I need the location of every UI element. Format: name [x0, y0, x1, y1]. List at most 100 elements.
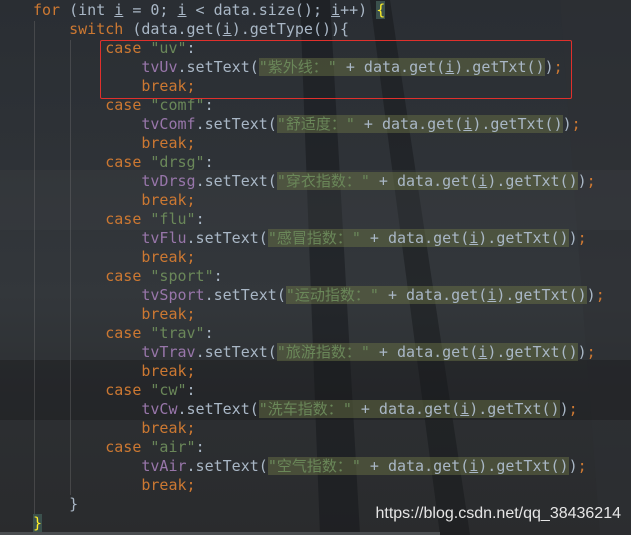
code-token: i [463, 115, 473, 133]
code-token: break; [141, 134, 196, 152]
code-token: ++) [340, 1, 377, 19]
code-token: : [213, 267, 223, 285]
code-token: for [33, 1, 61, 19]
code-line: break; [33, 362, 605, 381]
code-line: break; [33, 419, 605, 438]
code-token: ).getType()){ [231, 20, 350, 38]
code-line: tvCw.setText("洗车指数：" + data.get(i).getTx… [33, 400, 605, 419]
code-token: case [105, 210, 151, 228]
code-line: break; [33, 134, 605, 153]
code-token: ; [586, 343, 596, 361]
code-token: ) [559, 400, 569, 418]
code-token: : [195, 438, 205, 456]
code-line: tvFlu.setText("感冒指数：" + data.get(i).getT… [33, 229, 605, 248]
code-token: "cw" [150, 381, 187, 399]
code-token: + data.get( [369, 343, 479, 361]
highlight-box [100, 40, 572, 99]
code-token: "空气指数：" [267, 457, 361, 475]
code-token: break; [141, 362, 196, 380]
code-token: ; [571, 115, 581, 133]
code-token: .setText( [186, 457, 268, 475]
code-token: "drsg" [150, 153, 205, 171]
code-token: ).getTxt() [472, 115, 563, 133]
code-token: + data.get( [360, 457, 470, 475]
code-token: switch [69, 20, 124, 38]
code-token: i [114, 1, 124, 19]
code-line: switch (data.get(i).getType()){ [33, 20, 605, 39]
code-line: tvDrsg.setText("穿衣指数：" + data.get(i).get… [33, 172, 605, 191]
code-token: i [478, 343, 488, 361]
code-token: "flu" [150, 210, 196, 228]
code-token: tvFlu [141, 229, 187, 247]
code-token: ; [568, 400, 578, 418]
code-token: ).getTxt() [487, 172, 578, 190]
code-token: i [222, 20, 232, 38]
code-token: ).getTxt() [496, 286, 587, 304]
code-token: ) [577, 343, 587, 361]
code-token: ; [577, 457, 587, 475]
code-token: case [105, 324, 151, 342]
code-token: case [105, 438, 151, 456]
code-token: "洗车指数：" [258, 400, 352, 418]
code-token: i [469, 229, 479, 247]
code-token: "旅游指数：" [276, 343, 370, 361]
code-line: case "drsg": [33, 153, 605, 172]
code-token: (data.get( [123, 20, 223, 38]
code-token: "air" [150, 438, 196, 456]
code-line: break; [33, 248, 605, 267]
code-line: case "sport": [33, 267, 605, 286]
code-token: (int [60, 1, 115, 19]
code-token: : [186, 381, 196, 399]
code-token: { [376, 1, 386, 19]
code-token: + data.get( [360, 229, 470, 247]
code-token: + data.get( [378, 286, 488, 304]
code-token: "穿衣指数：" [276, 172, 370, 190]
code-line: case "trav": [33, 324, 605, 343]
code-token: i [469, 457, 479, 475]
code-line: case "cw": [33, 381, 605, 400]
code-token: "运动指数：" [285, 286, 379, 304]
code-token: ; [586, 172, 596, 190]
code-token: tvDrsg [141, 172, 196, 190]
code-token: tvAir [141, 457, 187, 475]
code-token: + data.get( [354, 115, 464, 133]
code-token: i [478, 172, 488, 190]
code-token: tvCw [141, 400, 178, 418]
code-line: tvAir.setText("空气指数：" + data.get(i).getT… [33, 457, 605, 476]
code-token: .setText( [204, 286, 286, 304]
code-token: break; [141, 476, 196, 494]
code-token: break; [141, 191, 196, 209]
code-token: ).getTxt() [478, 229, 569, 247]
code-token: : [204, 324, 214, 342]
code-token: "舒适度：" [276, 115, 355, 133]
code-token: = 0; [123, 1, 178, 19]
code-line: break; [33, 191, 605, 210]
code-token: tvSport [141, 286, 205, 304]
code-token: ) [562, 115, 572, 133]
code-token: case [105, 153, 151, 171]
code-token: "trav" [150, 324, 205, 342]
code-token: } [33, 514, 43, 532]
code-line: break; [33, 476, 605, 495]
code-token: .setText( [195, 172, 277, 190]
code-line: case "flu": [33, 210, 605, 229]
code-token: i [487, 286, 497, 304]
code-token: .setText( [195, 115, 277, 133]
code-token: break; [141, 305, 196, 323]
